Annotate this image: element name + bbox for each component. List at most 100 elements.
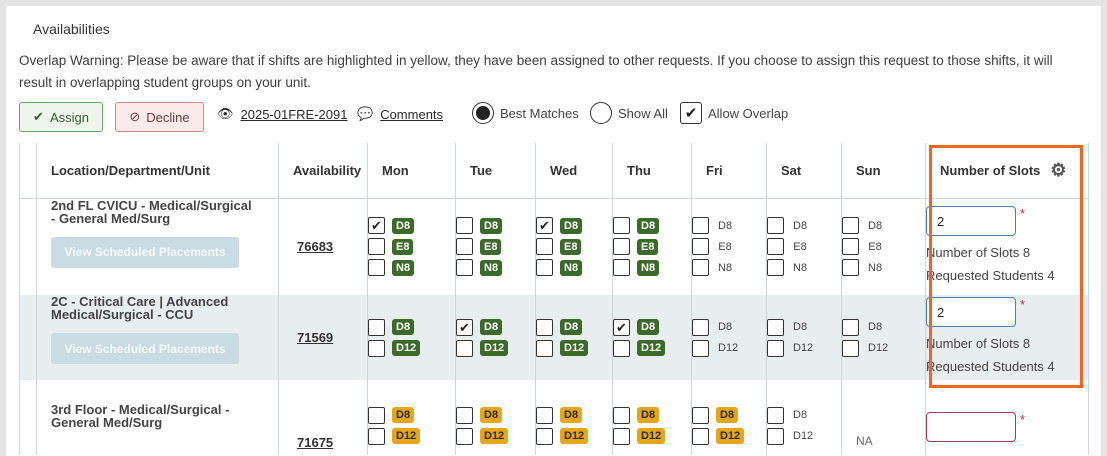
shift-label: N8 <box>868 261 883 274</box>
shift-badge: E8 <box>560 238 582 255</box>
table-row: 2C - Critical Care | Advanced Medical/Su… <box>19 294 1089 380</box>
shift-label: D12 <box>718 342 739 354</box>
shift-checkbox[interactable] <box>613 427 630 445</box>
slots-input[interactable]: 2 <box>926 206 1016 237</box>
gear-icon[interactable]: ⚙ <box>1050 160 1066 181</box>
shift-checkbox[interactable] <box>368 238 385 256</box>
request-id-link[interactable]: 👁 2025-01FRE-2091 <box>217 106 347 122</box>
availability-link[interactable]: 76683 <box>279 239 367 254</box>
shift-checkbox[interactable] <box>456 217 473 235</box>
shift-checkbox[interactable] <box>536 318 553 336</box>
show-all-radio[interactable] <box>590 102 612 124</box>
show-all-option[interactable]: Show All <box>590 102 668 124</box>
view-scheduled-placements-button[interactable]: View Scheduled Placements <box>51 333 239 364</box>
location-header: Location/Department/Unit <box>51 162 210 178</box>
shift-checkbox[interactable] <box>842 339 859 357</box>
best-matches-radio[interactable] <box>472 102 494 124</box>
allow-overlap-checkbox[interactable]: ✔ <box>680 102 702 124</box>
shift-checkbox[interactable] <box>368 339 385 357</box>
shift-checkbox[interactable] <box>456 339 473 357</box>
shift-checkbox[interactable] <box>767 217 784 235</box>
shift-checkbox[interactable] <box>536 427 553 445</box>
sun-header: Sun <box>856 162 881 178</box>
shift-badge: D8 <box>560 217 583 234</box>
shift-checkbox[interactable] <box>368 259 385 277</box>
table-row: 3rd Floor - Medical/Surgical - General M… <box>19 380 1089 455</box>
shift-checkbox[interactable] <box>536 406 553 424</box>
requested-students: Requested Students 4 <box>926 268 1055 284</box>
shift-checkbox[interactable] <box>767 318 784 336</box>
shift-checkbox[interactable] <box>692 259 709 277</box>
shift-label: E8 <box>718 240 732 253</box>
shift-badge: N8 <box>637 259 660 276</box>
shift-checkbox[interactable]: ✔ <box>456 318 473 336</box>
slots-input[interactable] <box>926 412 1016 442</box>
shift-checkbox[interactable] <box>767 406 784 424</box>
table-header-row: Location/Department/Unit Availability Mo… <box>19 143 1089 199</box>
shift-checkbox[interactable] <box>456 427 473 445</box>
mon-header: Mon <box>382 162 409 178</box>
slots-total: Number of Slots 8 <box>926 245 1031 261</box>
shift-checkbox[interactable] <box>613 259 630 277</box>
shift-checkbox[interactable] <box>842 259 859 277</box>
shift-checkbox[interactable] <box>536 259 553 277</box>
shift-checkbox[interactable] <box>613 339 630 357</box>
slots-input[interactable]: 2 <box>926 297 1016 327</box>
shift-checkbox[interactable] <box>368 318 385 336</box>
decline-button[interactable]: ⊘ Decline <box>115 102 204 132</box>
shift-checkbox[interactable] <box>456 259 473 277</box>
assign-button[interactable]: ✔ Assign <box>19 102 103 132</box>
shift-label: D12 <box>868 342 889 354</box>
availability-link[interactable]: 71569 <box>279 330 367 345</box>
shift-badge: E8 <box>637 238 659 255</box>
shift-checkbox[interactable] <box>767 427 784 445</box>
allow-overlap-option[interactable]: ✔ Allow Overlap <box>680 102 788 124</box>
shift-checkbox[interactable] <box>368 427 385 445</box>
shift-checkbox[interactable] <box>692 238 709 256</box>
shift-badge: D8 <box>392 217 415 234</box>
shift-label: D8 <box>868 219 883 232</box>
tue-header: Tue <box>470 162 493 178</box>
shift-checkbox[interactable] <box>692 339 709 357</box>
shift-checkbox[interactable] <box>456 238 473 256</box>
shift-checkbox[interactable] <box>456 406 473 424</box>
row-select-cell <box>19 380 37 455</box>
availability-link[interactable]: 71675 <box>279 386 367 450</box>
shift-checkbox[interactable] <box>842 318 859 336</box>
best-matches-option[interactable]: Best Matches <box>472 102 579 124</box>
shift-checkbox[interactable] <box>767 238 784 256</box>
ban-icon: ⊘ <box>129 109 141 124</box>
shift-checkbox[interactable]: ✔ <box>613 318 630 336</box>
shift-checkbox[interactable] <box>368 406 385 424</box>
shift-checkbox[interactable] <box>767 259 784 277</box>
shift-checkbox[interactable] <box>613 238 630 256</box>
overlap-warning: Overlap Warning: Please be aware that if… <box>19 53 1053 90</box>
shift-badge: D8 <box>637 407 660 423</box>
comments-link[interactable]: 💬 Comments <box>357 106 443 122</box>
shift-label: D12 <box>793 430 814 442</box>
shift-checkbox[interactable] <box>692 217 709 235</box>
shift-badge: D8 <box>392 407 415 423</box>
shift-checkbox[interactable]: ✔ <box>368 217 385 235</box>
shift-badge: D8 <box>560 319 583 335</box>
shift-checkbox[interactable] <box>536 238 553 256</box>
toolbar: ✔ Assign ⊘ Decline 👁 2025-01FRE-2091 💬 C… <box>19 102 819 132</box>
shift-checkbox[interactable] <box>692 427 709 445</box>
thu-header: Thu <box>627 162 651 178</box>
shift-checkbox[interactable] <box>613 406 630 424</box>
shift-label: N8 <box>793 261 808 274</box>
shift-checkbox[interactable] <box>767 339 784 357</box>
shift-checkbox[interactable] <box>613 217 630 235</box>
sat-header: Sat <box>781 162 802 178</box>
shift-badge: D12 <box>560 428 589 444</box>
shift-checkbox[interactable]: ✔ <box>536 217 553 235</box>
shift-checkbox[interactable] <box>692 318 709 336</box>
eye-icon: 👁 <box>217 106 234 121</box>
shift-checkbox[interactable] <box>536 339 553 357</box>
shift-badge: D12 <box>480 428 509 444</box>
location-name: 2C - Critical Care | Advanced Medical/Su… <box>51 294 229 322</box>
shift-checkbox[interactable] <box>692 406 709 424</box>
shift-checkbox[interactable] <box>842 238 859 256</box>
shift-checkbox[interactable] <box>842 217 859 235</box>
view-scheduled-placements-button[interactable]: View Scheduled Placements <box>51 236 239 268</box>
